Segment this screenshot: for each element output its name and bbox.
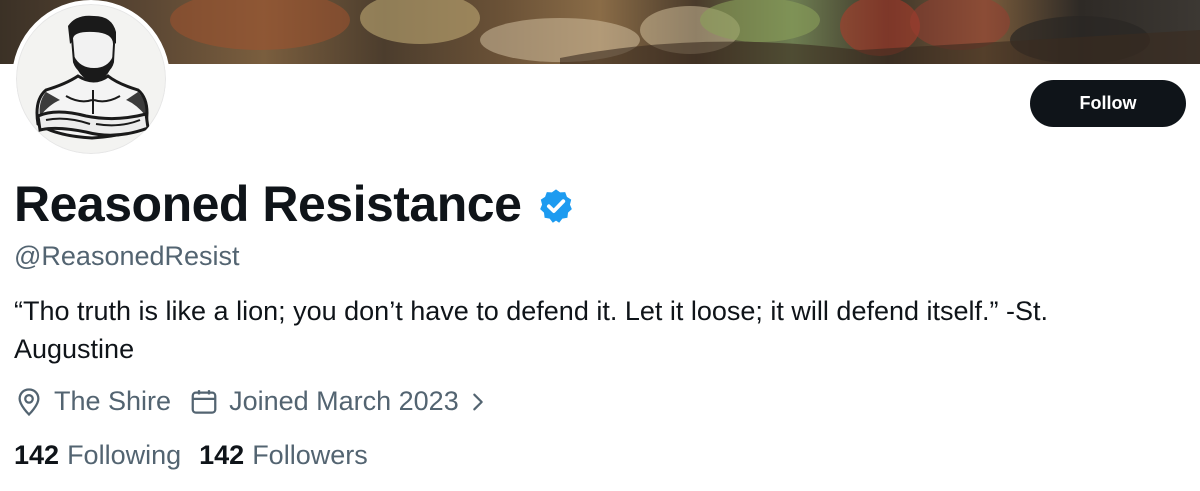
profile-counts-row: 142 Following 142 Followers (14, 440, 386, 471)
joined-item[interactable]: Joined March 2023 (189, 386, 489, 417)
follow-button[interactable]: Follow (1030, 80, 1186, 127)
display-name: Reasoned Resistance (14, 176, 522, 232)
profile-bio: “Tho truth is like a lion; you don’t hav… (14, 296, 1049, 364)
chevron-right-icon[interactable] (467, 391, 489, 413)
profile-handle: @ReasonedResist (14, 241, 240, 271)
following-count: 142 (14, 440, 60, 470)
joined-text: Joined March 2023 (229, 386, 459, 416)
followers-count: 142 (199, 440, 245, 470)
followers-link[interactable]: 142 Followers (199, 440, 368, 471)
profile-meta-row: The Shire Joined March 2023 (14, 386, 507, 417)
following-link[interactable]: 142 Following (14, 440, 181, 471)
banner-painting-image (170, 0, 1200, 64)
location-item: The Shire (14, 386, 171, 417)
muscular-man-avatar-icon (35, 15, 150, 140)
profile-name-row: Reasoned Resistance (14, 172, 575, 236)
calendar-icon (191, 389, 217, 414)
following-label: Following (67, 440, 182, 470)
location-pin-icon (18, 387, 40, 416)
location-text: The Shire (54, 386, 172, 416)
verified-badge-icon[interactable] (537, 187, 575, 225)
profile-banner[interactable] (0, 0, 1200, 64)
profile-avatar[interactable] (12, 0, 170, 158)
followers-label: Followers (252, 440, 368, 470)
